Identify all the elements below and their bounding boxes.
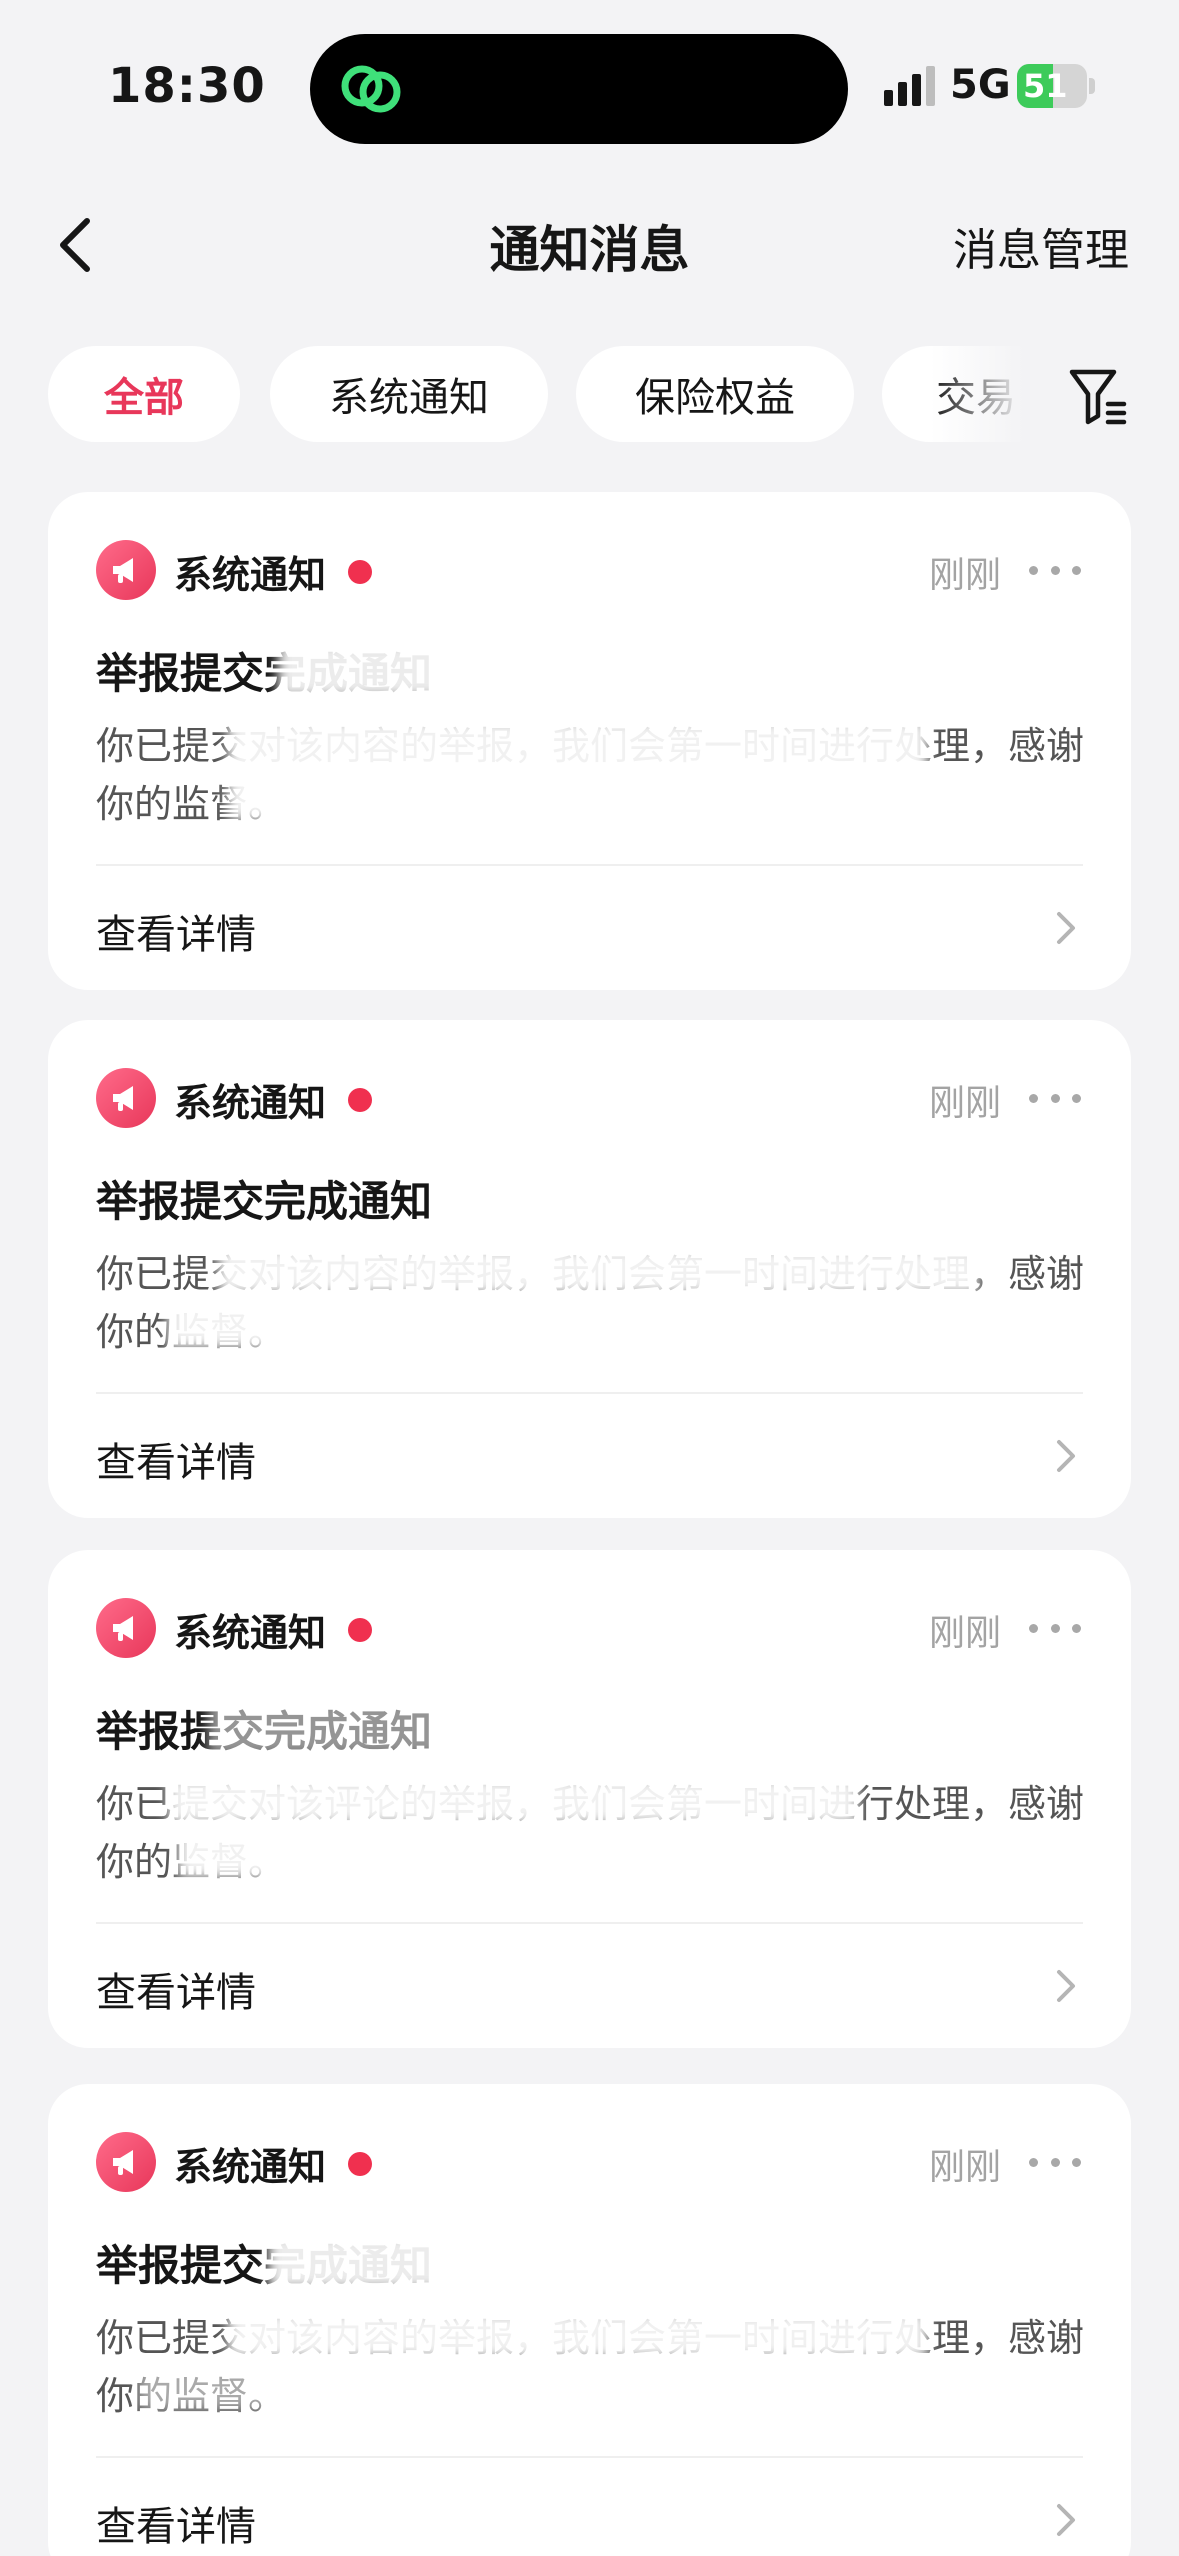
- more-options-button[interactable]: [1029, 550, 1081, 590]
- network-type: 5G: [950, 62, 1011, 108]
- chevron-right-icon: [1057, 1970, 1075, 2002]
- notification-screen: 18:30 5G 51 通知消息 消息管理 全部 系统通知 保险权益 交易 系统…: [0, 0, 1179, 2556]
- unread-dot: [348, 1088, 372, 1112]
- megaphone-icon: [96, 1598, 156, 1658]
- notification-source: 系统通知: [174, 553, 327, 597]
- more-options-button[interactable]: [1029, 1078, 1081, 1118]
- notification-title: 举报提交完成通知: [96, 2241, 433, 2290]
- chevron-right-icon: [1057, 912, 1075, 944]
- dynamic-island: [310, 34, 848, 144]
- chip-system-notice[interactable]: 系统通知: [270, 346, 548, 442]
- notification-time: 刚刚: [928, 1083, 1001, 1124]
- filter-button[interactable]: [1060, 358, 1136, 434]
- notification-body: 你已提交对该内容的举报，我们会第一时间进行处理，感谢你的监督。: [96, 1252, 1085, 1354]
- chevron-right-icon: [1057, 1440, 1075, 1472]
- cellular-signal-icon: [884, 66, 935, 106]
- notification-title: 举报提交完成通知: [96, 649, 433, 698]
- view-details-label: 查看详情: [96, 2504, 256, 2550]
- notification-title: 举报提交完成通知: [96, 1177, 433, 1226]
- notification-card[interactable]: 系统通知 刚刚 举报提交完成通知 你已提交对该评论的举报，我们会第一时间进行处理…: [48, 1550, 1131, 2048]
- notification-source: 系统通知: [174, 1611, 327, 1655]
- nav-bar: 通知消息 消息管理: [0, 190, 1179, 300]
- view-details-label: 查看详情: [96, 1440, 256, 1486]
- link-rings-icon: [341, 65, 401, 113]
- more-options-button[interactable]: [1029, 2142, 1081, 2182]
- notification-card[interactable]: 系统通知 刚刚 举报提交完成通知 你已提交对该内容的举报，我们会第一时间进行处理…: [48, 2084, 1131, 2556]
- notification-time: 刚刚: [928, 2147, 1001, 2188]
- unread-dot: [348, 1618, 372, 1642]
- filter-chip-scroll[interactable]: 全部 系统通知 保险权益 交易: [0, 340, 1040, 450]
- notification-card[interactable]: 系统通知 刚刚 举报提交完成通知 你已提交对该内容的举报，我们会第一时间进行处理…: [48, 1020, 1131, 1518]
- notification-title: 举报提交完成通知: [96, 1707, 433, 1756]
- filter-chip-row: 全部 系统通知 保险权益 交易: [0, 340, 1179, 450]
- view-details-button[interactable]: 查看详情: [48, 2458, 1131, 2556]
- notification-time: 刚刚: [928, 555, 1001, 596]
- message-management-button[interactable]: 消息管理: [953, 214, 1129, 278]
- unread-dot: [348, 2152, 372, 2176]
- status-time: 18:30: [108, 58, 266, 114]
- notification-time: 刚刚: [928, 1613, 1001, 1654]
- battery-indicator: 51: [1017, 64, 1095, 108]
- chip-insurance-benefits[interactable]: 保险权益: [576, 346, 854, 442]
- megaphone-icon: [96, 540, 156, 600]
- chevron-right-icon: [1057, 2504, 1075, 2536]
- more-options-button[interactable]: [1029, 1608, 1081, 1648]
- notification-body: 你已提交对该内容的举报，我们会第一时间进行处理，感谢你的监督。: [96, 724, 1085, 826]
- notification-body: 你已提交对该内容的举报，我们会第一时间进行处理，感谢你的监督。: [96, 2316, 1085, 2418]
- notification-source: 系统通知: [174, 2145, 327, 2189]
- notification-source: 系统通知: [174, 1081, 327, 1125]
- battery-level: 51: [1023, 67, 1068, 105]
- battery-cap: [1089, 78, 1095, 94]
- view-details-label: 查看详情: [96, 912, 256, 958]
- battery-body: 51: [1017, 64, 1087, 108]
- megaphone-icon: [96, 2132, 156, 2192]
- view-details-label: 查看详情: [96, 1970, 256, 2016]
- view-details-button[interactable]: 查看详情: [48, 866, 1131, 990]
- megaphone-icon: [96, 1068, 156, 1128]
- notification-card[interactable]: 系统通知 刚刚 举报提交完成通知 你已提交对该内容的举报，我们会第一时间进行处理…: [48, 492, 1131, 990]
- chip-transaction[interactable]: 交易: [882, 346, 1040, 442]
- view-details-button[interactable]: 查看详情: [48, 1924, 1131, 2048]
- view-details-button[interactable]: 查看详情: [48, 1394, 1131, 1518]
- unread-dot: [348, 560, 372, 584]
- notification-body: 你已提交对该评论的举报，我们会第一时间进行处理，感谢你的监督。: [96, 1782, 1085, 1884]
- status-bar: 18:30 5G 51: [0, 0, 1179, 170]
- filter-funnel-icon: [1069, 369, 1127, 425]
- chip-all[interactable]: 全部: [48, 346, 240, 442]
